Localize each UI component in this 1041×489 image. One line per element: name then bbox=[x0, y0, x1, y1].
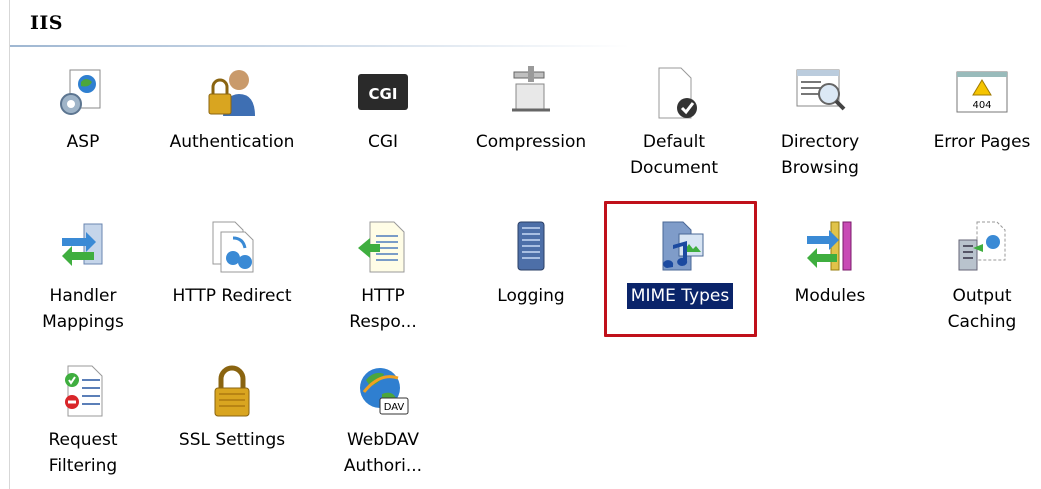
feature-label: Error Pages bbox=[933, 132, 1031, 152]
request-filtering-icon bbox=[54, 362, 112, 420]
feature-authentication[interactable]: Authentication bbox=[162, 64, 302, 184]
feature-http-redirect[interactable]: HTTP Redirect bbox=[162, 218, 302, 338]
feature-label: Handler Mappings bbox=[42, 286, 124, 332]
feature-ssl-settings[interactable]: SSL Settings bbox=[162, 362, 302, 482]
feature-label: Compression bbox=[475, 132, 587, 152]
logging-icon bbox=[502, 218, 560, 276]
feature-label: Output Caching bbox=[947, 286, 1017, 332]
webdav-authoring-icon: DAV bbox=[354, 362, 412, 420]
directory-browsing-icon bbox=[791, 64, 849, 122]
feature-modules[interactable]: Modules bbox=[760, 218, 900, 338]
http-redirect-icon bbox=[203, 218, 261, 276]
feature-compression[interactable]: Compression bbox=[461, 64, 601, 184]
feature-handler-mappings[interactable]: Handler Mappings bbox=[13, 218, 153, 338]
feature-cgi[interactable]: CGI CGI bbox=[313, 64, 453, 184]
highlight-box bbox=[604, 201, 757, 337]
feature-directory-browsing[interactable]: Directory Browsing bbox=[750, 64, 890, 184]
feature-request-filtering[interactable]: Request Filtering bbox=[13, 362, 153, 482]
asp-icon bbox=[54, 64, 112, 122]
svg-text:404: 404 bbox=[972, 100, 991, 111]
group-header: IIS bbox=[30, 12, 63, 34]
group-header-divider bbox=[10, 45, 630, 47]
feature-default-document[interactable]: Default Document bbox=[604, 64, 744, 184]
output-caching-icon bbox=[953, 218, 1011, 276]
pane-left-edge bbox=[9, 0, 10, 489]
modules-icon bbox=[801, 218, 859, 276]
svg-text:CGI: CGI bbox=[369, 85, 398, 103]
ssl-settings-icon bbox=[203, 362, 261, 420]
feature-label: Logging bbox=[497, 286, 565, 306]
feature-label: SSL Settings bbox=[178, 430, 286, 450]
feature-label: Authentication bbox=[169, 132, 295, 152]
feature-label: HTTP Redirect bbox=[172, 286, 292, 306]
feature-label: WebDAV Authori... bbox=[343, 430, 423, 476]
svg-text:DAV: DAV bbox=[384, 402, 405, 413]
feature-output-caching[interactable]: Output Caching bbox=[912, 218, 1041, 338]
feature-webdav-authoring[interactable]: DAV WebDAV Authori... bbox=[313, 362, 453, 482]
feature-label: ASP bbox=[66, 132, 100, 152]
http-response-headers-icon bbox=[354, 218, 412, 276]
error-pages-icon: 404 bbox=[953, 64, 1011, 122]
cgi-icon: CGI bbox=[354, 64, 412, 122]
feature-label: Directory Browsing bbox=[780, 132, 860, 178]
feature-label: HTTP Respo... bbox=[349, 286, 417, 332]
handler-mappings-icon bbox=[54, 218, 112, 276]
feature-error-pages[interactable]: 404 Error Pages bbox=[912, 64, 1041, 184]
feature-asp[interactable]: ASP bbox=[13, 64, 153, 184]
feature-label: Request Filtering bbox=[48, 430, 118, 476]
default-document-icon bbox=[645, 64, 703, 122]
feature-label: CGI bbox=[367, 132, 399, 152]
feature-logging[interactable]: Logging bbox=[461, 218, 601, 338]
authentication-icon bbox=[203, 64, 261, 122]
compression-icon bbox=[502, 64, 560, 122]
feature-http-response-headers[interactable]: HTTP Respo... bbox=[313, 218, 453, 338]
feature-label: Default Document bbox=[629, 132, 719, 178]
feature-label: Modules bbox=[794, 286, 866, 306]
